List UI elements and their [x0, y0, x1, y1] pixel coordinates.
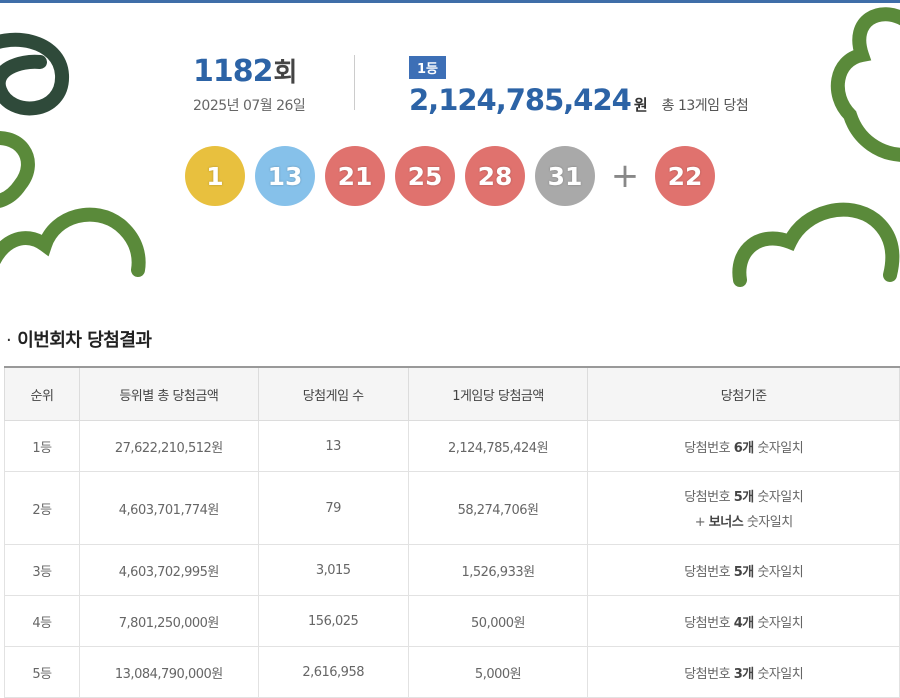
winning-numbers: 1 13 21 25 28 31 + 22: [185, 146, 725, 206]
ball-4: 25: [395, 146, 455, 206]
total-cell: 4,603,701,774원: [78, 471, 259, 545]
header-total: 등위별 총 당첨금액: [78, 366, 259, 421]
criteria-count: 5개: [733, 490, 755, 505]
results-table: 순위 등위별 총 당첨금액 당첨게임 수 1게임당 당첨금액 당첨기준 1등 2…: [4, 366, 900, 698]
rank-cell: 5등: [4, 646, 80, 698]
header-rank: 순위: [4, 366, 80, 421]
decorative-clouds: [0, 7, 900, 287]
games-cell: 13: [257, 420, 409, 472]
rank-cell: 4등: [4, 595, 80, 647]
per-game-cell: 58,274,706원: [407, 471, 589, 545]
games-cell: 3,015: [257, 544, 409, 596]
header-per-game: 1게임당 당첨금액: [407, 366, 589, 421]
criteria-text: +: [694, 515, 709, 530]
per-game-cell: 5,000원: [407, 646, 589, 698]
right-bottom-cloud-shape: [732, 202, 900, 287]
per-game-cell: 1,526,933원: [407, 544, 589, 596]
first-prize-amount: 2,124,785,424: [409, 83, 632, 117]
left-cloud-shape: [0, 207, 146, 277]
first-prize-badge: 1등: [409, 56, 447, 79]
ball-1: 1: [185, 146, 245, 206]
table-row: 2등 4,603,701,774원 79 58,274,706원 당첨번호 5개…: [4, 471, 900, 545]
section-title-text: 이번회차 당첨결과: [17, 330, 152, 351]
ball-2: 13: [255, 146, 315, 206]
dark-swirl-shape: [0, 32, 69, 116]
criteria-count: 4개: [733, 615, 755, 631]
games-cell: 79: [257, 471, 409, 545]
header-row: 순위 등위별 총 당첨금액 당첨게임 수 1게임당 당첨금액 당첨기준: [4, 366, 900, 421]
first-prize-unit: 원: [633, 96, 648, 114]
vertical-divider: [354, 55, 355, 110]
criteria-text: 숫자일치: [753, 564, 804, 580]
criteria-text: 당첨번호: [684, 564, 734, 580]
criteria-count: 6개: [733, 440, 755, 456]
criteria-cell: 당첨번호 5개 숫자일치: [587, 544, 900, 596]
games-cell: 2,616,958: [257, 646, 409, 698]
round-unit: 회: [273, 58, 298, 88]
criteria-text: 당첨번호: [684, 490, 734, 505]
plus-icon: +: [610, 156, 640, 196]
criteria-count: 3개: [733, 666, 755, 682]
right-top-cloud-shape: [830, 7, 900, 162]
criteria-cell: 당첨번호 5개 숫자일치 + 보너스 숫자일치: [587, 471, 900, 545]
table-row: 5등 13,084,790,000원 2,616,958 5,000원 당첨번호…: [4, 646, 900, 698]
header-criteria: 당첨기준: [587, 366, 900, 421]
total-cell: 13,084,790,000원: [78, 646, 259, 698]
games-cell: 156,025: [257, 595, 409, 647]
header-games: 당첨게임 수: [257, 366, 409, 421]
round-number: 1182: [193, 54, 273, 89]
rank-cell: 3등: [4, 544, 80, 596]
criteria-count: 5개: [733, 564, 755, 580]
first-prize-games: 총 13게임 당첨: [661, 98, 749, 114]
total-cell: 7,801,250,000원: [78, 595, 259, 647]
table-row: 4등 7,801,250,000원 156,025 50,000원 당첨번호 4…: [4, 595, 900, 647]
ball-6: 31: [535, 146, 595, 206]
criteria-text: 숫자일치: [753, 490, 804, 505]
section-title: · 이번회차 당첨결과: [6, 330, 152, 351]
per-game-cell: 2,124,785,424원: [407, 420, 589, 472]
per-game-cell: 50,000원: [407, 595, 589, 647]
total-cell: 27,622,210,512원: [78, 420, 259, 472]
rank-cell: 1등: [4, 420, 80, 472]
criteria-text: 당첨번호: [684, 440, 734, 456]
total-cell: 4,603,702,995원: [78, 544, 259, 596]
criteria-cell: 당첨번호 3개 숫자일치: [587, 646, 900, 698]
bonus-ball: 22: [655, 146, 715, 206]
table-row: 1등 27,622,210,512원 13 2,124,785,424원 당첨번…: [4, 420, 900, 472]
criteria-text: 당첨번호: [684, 615, 734, 631]
ball-3: 21: [325, 146, 385, 206]
criteria-text: 숫자일치: [753, 666, 804, 682]
criteria-bonus: 보너스: [708, 515, 744, 530]
draw-date: 2025년 07월 26일: [193, 98, 306, 114]
criteria-text: 숫자일치: [753, 440, 804, 456]
first-prize-info: 1등 2,124,785,424 원 총 13게임 당첨: [409, 56, 749, 117]
criteria-text: 숫자일치: [753, 615, 804, 631]
criteria-text: 당첨번호: [684, 666, 734, 682]
ball-5: 28: [465, 146, 525, 206]
table-row: 3등 4,603,702,995원 3,015 1,526,933원 당첨번호 …: [4, 544, 900, 596]
criteria-cell: 당첨번호 4개 숫자일치: [587, 595, 900, 647]
criteria-text: 숫자일치: [743, 515, 793, 530]
criteria-cell: 당첨번호 6개 숫자일치: [587, 420, 900, 472]
rank-cell: 2등: [4, 471, 80, 545]
left-curl-shape: [0, 131, 35, 208]
round-info: 1182회 2025년 07월 26일: [193, 52, 306, 115]
